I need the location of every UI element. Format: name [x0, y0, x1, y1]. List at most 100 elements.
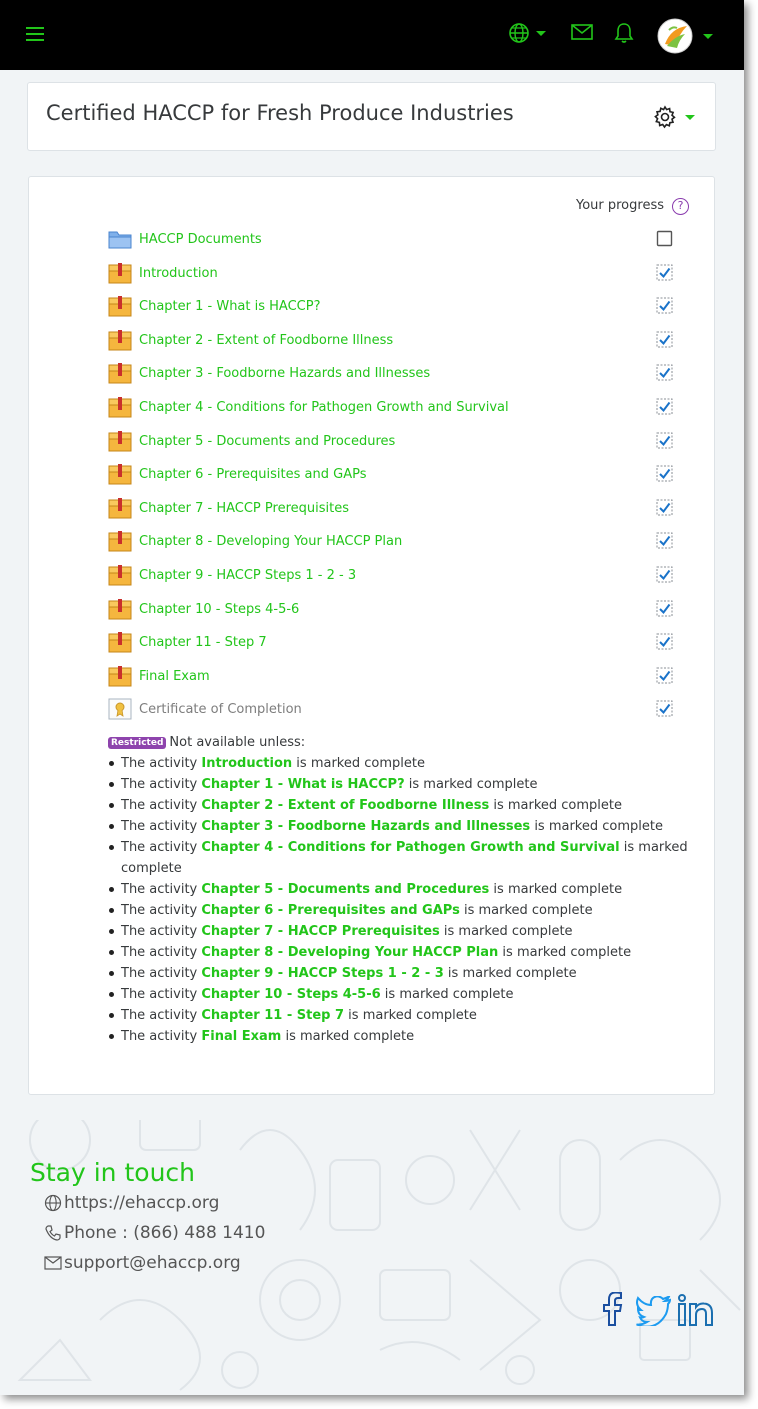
activity-link[interactable]: Chapter 11 - Step 7 — [139, 635, 267, 650]
condition-prefix: The activity — [121, 903, 198, 918]
restriction-conditions: The activity Introduction is marked comp… — [109, 753, 701, 1047]
page-title: Certified HACCP for Fresh Produce Indust… — [46, 101, 514, 125]
email-link[interactable]: support@ehaccp.org — [64, 1253, 241, 1273]
checkbox-icon[interactable] — [656, 532, 673, 549]
package-icon — [108, 362, 132, 384]
checkbox-icon[interactable] — [656, 297, 673, 314]
list-item: The activity Introduction is marked comp… — [109, 753, 701, 774]
website-link[interactable]: https://ehaccp.org — [64, 1193, 219, 1213]
checkbox-icon[interactable] — [656, 398, 673, 415]
course-settings-menu[interactable] — [653, 105, 695, 129]
footer-website[interactable]: https://ehaccp.org — [44, 1193, 219, 1213]
help-icon[interactable]: ? — [672, 198, 689, 215]
chevron-down-icon — [703, 33, 713, 39]
activity-row: Introduction — [108, 262, 688, 286]
activity-link[interactable]: Chapter 9 - HACCP Steps 1 - 2 - 3 — [139, 568, 356, 583]
footer-email[interactable]: support@ehaccp.org — [44, 1253, 241, 1273]
list-item: The activity Final Exam is marked comple… — [109, 1026, 701, 1047]
condition-activity-link[interactable]: Final Exam — [201, 1029, 281, 1044]
restriction-text: Not available unless: — [169, 735, 306, 750]
activity-link[interactable]: Chapter 7 - HACCP Prerequisites — [139, 501, 349, 516]
list-item: The activity Chapter 7 - HACCP Prerequis… — [109, 921, 701, 942]
activity-row: Chapter 9 - HACCP Steps 1 - 2 - 3 — [108, 564, 688, 588]
checkbox-icon[interactable] — [656, 264, 673, 281]
package-icon — [108, 329, 132, 351]
activity-link[interactable]: Certificate of Completion — [139, 702, 302, 717]
condition-activity-link[interactable]: Chapter 3 - Foodborne Hazards and Illnes… — [201, 819, 530, 834]
condition-suffix: is marked complete — [296, 756, 425, 771]
package-icon — [108, 665, 132, 687]
checkbox-icon[interactable] — [656, 633, 673, 650]
checkbox-icon[interactable] — [656, 465, 673, 482]
condition-activity-link[interactable]: Chapter 6 - Prerequisites and GAPs — [201, 903, 459, 918]
activity-link[interactable]: Final Exam — [139, 669, 210, 684]
condition-activity-link[interactable]: Chapter 8 - Developing Your HACCP Plan — [201, 945, 498, 960]
activity-link[interactable]: HACCP Documents — [139, 232, 262, 247]
activity-link[interactable]: Chapter 3 - Foodborne Hazards and Illnes… — [139, 366, 430, 381]
activity-row: Chapter 5 - Documents and Procedures — [108, 430, 688, 454]
list-item: The activity Chapter 11 - Step 7 is mark… — [109, 1005, 701, 1026]
checkbox-icon[interactable] — [656, 700, 673, 717]
language-menu[interactable] — [508, 22, 546, 44]
checkbox-icon[interactable] — [656, 667, 673, 684]
activity-link[interactable]: Chapter 4 - Conditions for Pathogen Grow… — [139, 400, 509, 415]
condition-activity-link[interactable]: Chapter 5 - Documents and Procedures — [201, 882, 489, 897]
mail-icon[interactable] — [571, 24, 593, 40]
checkbox-icon[interactable] — [656, 566, 673, 583]
condition-suffix: is marked complete — [384, 987, 514, 1002]
condition-activity-link[interactable]: Chapter 1 - What is HACCP? — [201, 777, 404, 792]
checkbox-icon[interactable] — [656, 331, 673, 348]
footer: Stay in touch https://ehaccp.org Phone :… — [0, 1120, 744, 1395]
condition-activity-link[interactable]: Chapter 2 - Extent of Foodborne Illness — [201, 798, 489, 813]
condition-activity-link[interactable]: Introduction — [201, 756, 292, 771]
condition-prefix: The activity — [121, 1029, 198, 1044]
activity-row: Chapter 10 - Steps 4-5-6 — [108, 598, 688, 622]
activity-row: Chapter 11 - Step 7 — [108, 631, 688, 655]
condition-suffix: is marked complete — [493, 882, 623, 897]
condition-suffix: is marked complete — [463, 903, 593, 918]
page-frame: Certified HACCP for Fresh Produce Indust… — [0, 0, 744, 1395]
condition-activity-link[interactable]: Chapter 4 - Conditions for Pathogen Grow… — [201, 840, 619, 855]
condition-suffix: is marked complete — [493, 798, 622, 813]
condition-activity-link[interactable]: Chapter 9 - HACCP Steps 1 - 2 - 3 — [201, 966, 443, 981]
activity-link[interactable]: Chapter 5 - Documents and Procedures — [139, 434, 395, 449]
package-icon — [108, 463, 132, 485]
condition-prefix: The activity — [121, 987, 198, 1002]
condition-prefix: The activity — [121, 777, 198, 792]
checkbox-icon[interactable] — [656, 600, 673, 617]
top-navbar — [0, 0, 744, 70]
condition-prefix: The activity — [121, 966, 198, 981]
bell-icon[interactable] — [614, 22, 634, 44]
package-icon — [108, 295, 132, 317]
checkbox-icon[interactable] — [656, 432, 673, 449]
checkbox-icon[interactable] — [656, 230, 673, 247]
activity-row: Chapter 2 - Extent of Foodborne Illness — [108, 329, 688, 353]
condition-activity-link[interactable]: Chapter 7 - HACCP Prerequisites — [201, 924, 439, 939]
restriction-header: Restricted Not available unless: — [108, 735, 305, 750]
activity-link[interactable]: Introduction — [139, 266, 218, 281]
checkbox-icon[interactable] — [656, 364, 673, 381]
user-menu[interactable] — [657, 18, 713, 54]
activity-row: HACCP Documents — [108, 228, 688, 252]
linkedin-icon[interactable] — [678, 1294, 716, 1330]
activity-link[interactable]: Chapter 10 - Steps 4-5-6 — [139, 602, 299, 617]
menu-icon[interactable] — [24, 24, 46, 44]
mail-icon — [44, 1256, 62, 1270]
facebook-icon[interactable] — [601, 1291, 623, 1330]
condition-suffix: is marked complete — [534, 819, 663, 834]
globe-icon — [509, 23, 529, 43]
activity-link[interactable]: Chapter 6 - Prerequisites and GAPs — [139, 467, 367, 482]
activity-link[interactable]: Chapter 1 - What is HACCP? — [139, 299, 320, 314]
condition-activity-link[interactable]: Chapter 10 - Steps 4-5-6 — [201, 987, 380, 1002]
condition-suffix: is marked complete — [408, 777, 538, 792]
course-content: Your progress ? HACCP Documents Introduct… — [28, 176, 715, 1095]
activity-link[interactable]: Chapter 2 - Extent of Foodborne Illness — [139, 333, 393, 348]
checkbox-icon[interactable] — [656, 499, 673, 516]
course-header: Certified HACCP for Fresh Produce Indust… — [27, 82, 716, 151]
condition-prefix: The activity — [121, 840, 198, 855]
condition-activity-link[interactable]: Chapter 11 - Step 7 — [201, 1008, 344, 1023]
twitter-icon[interactable] — [636, 1294, 672, 1330]
list-item: The activity Chapter 3 - Foodborne Hazar… — [109, 816, 701, 837]
activity-link[interactable]: Chapter 8 - Developing Your HACCP Plan — [139, 534, 402, 549]
list-item: The activity Chapter 1 - What is HACCP? … — [109, 774, 701, 795]
